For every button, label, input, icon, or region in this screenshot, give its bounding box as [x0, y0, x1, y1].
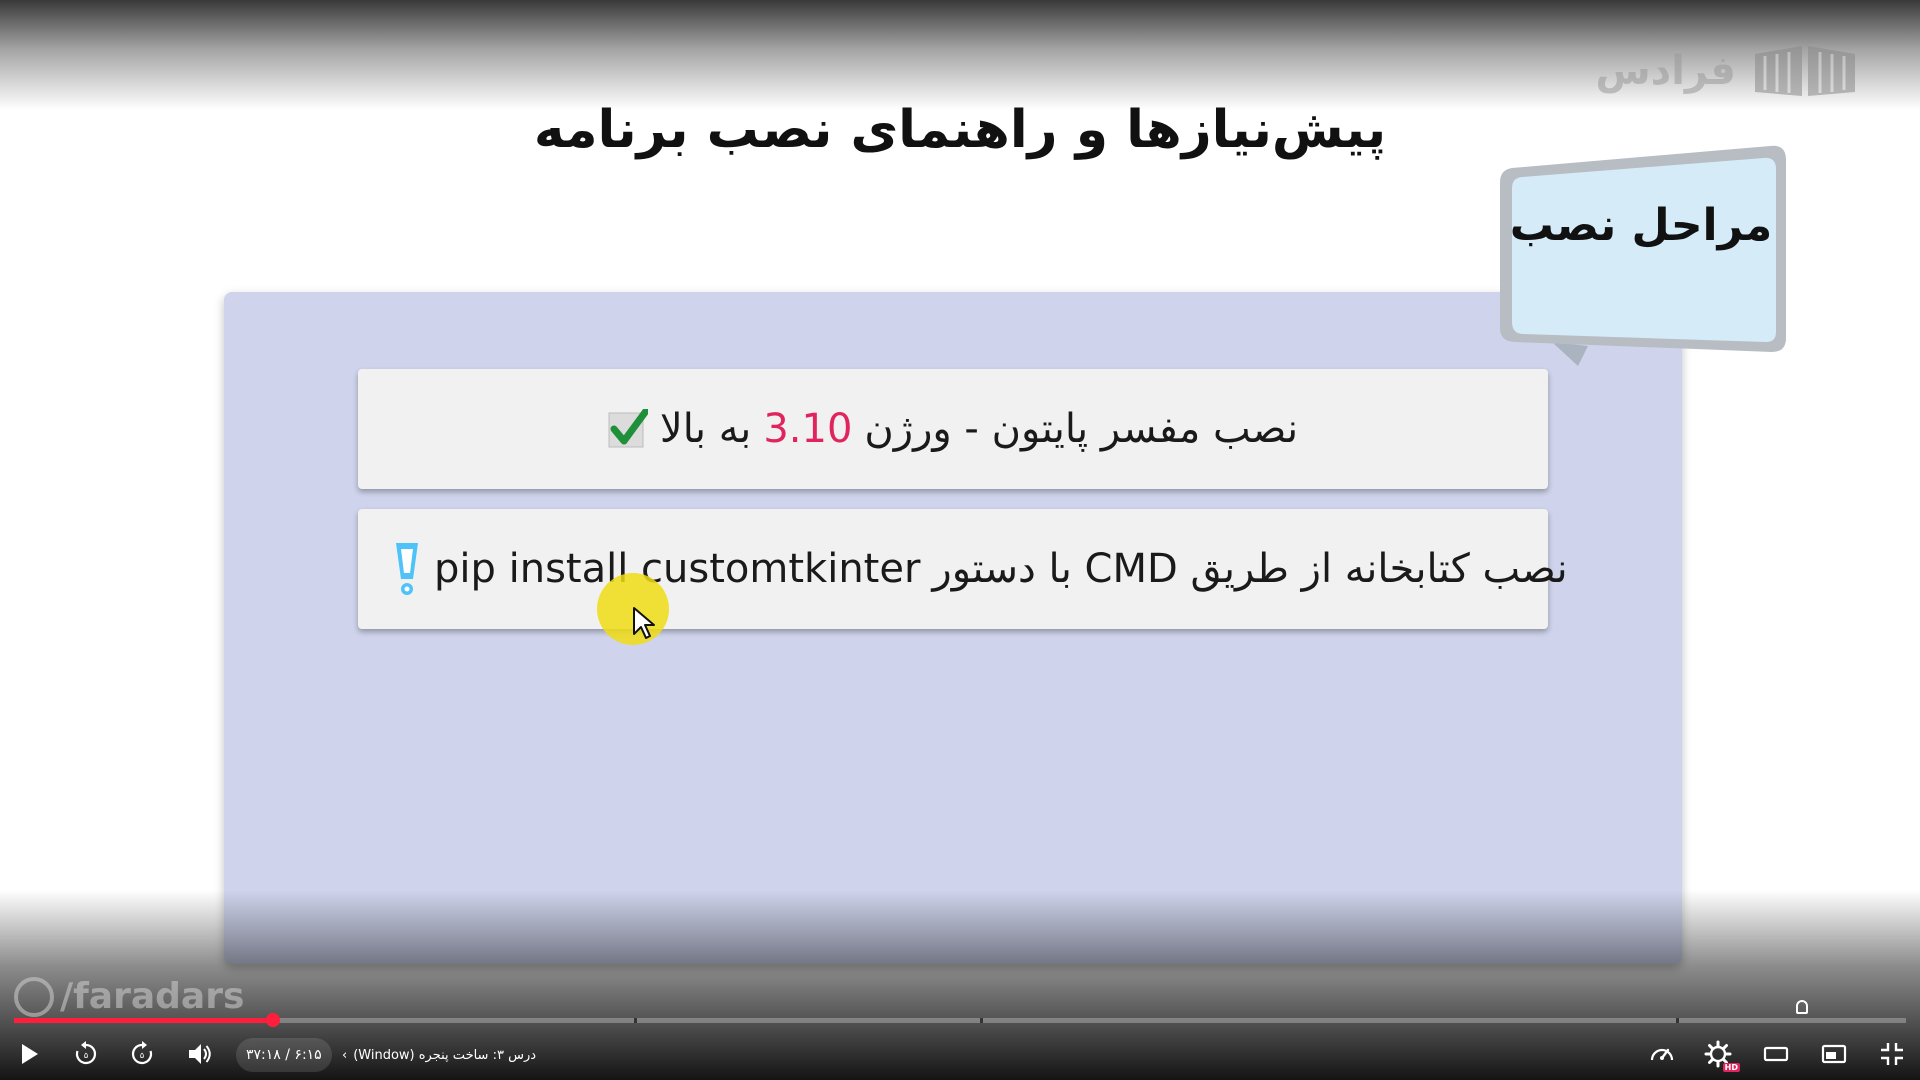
player-controls: ۵ ۵ ۶:۱۵ / ۳۷:۱۸ درس ۳: ساخت پنجره (Wind…	[0, 1030, 1920, 1080]
play-button[interactable]	[8, 1034, 48, 1074]
step-python: به بالا 3.10 نصب مفسر پایتون - ورژن	[358, 369, 1548, 489]
step-python-text-after: به بالا	[659, 406, 752, 452]
miniplayer-button[interactable]	[1814, 1034, 1854, 1074]
brand-logo: فرادس	[1595, 42, 1860, 100]
exclamation-icon	[396, 543, 418, 595]
settings-button[interactable]: HD	[1698, 1034, 1740, 1074]
chapter-divider	[1676, 1018, 1679, 1023]
speed-icon	[1650, 1048, 1674, 1061]
book-icon	[1755, 46, 1855, 96]
step-library: pip install customtkinter نصب کتابخانه ا…	[358, 509, 1568, 629]
forward-button[interactable]: ۵	[122, 1034, 162, 1074]
forward-10-icon: ۵	[131, 1041, 153, 1065]
rewind-button[interactable]: ۵	[66, 1034, 106, 1074]
step-library-line: pip install customtkinter نصب کتابخانه ا…	[392, 541, 1568, 597]
svg-text:۵: ۵	[140, 1051, 144, 1060]
logo-text: فرادس	[1595, 48, 1736, 94]
watermark-logo-icon	[14, 976, 54, 1017]
time-display: ۶:۱۵ / ۳۷:۱۸	[236, 1038, 332, 1072]
speech-bubble-shape	[1500, 145, 1786, 366]
volume-icon	[189, 1044, 211, 1064]
theater-mode-button[interactable]	[1756, 1034, 1796, 1074]
callout-text: مراحل نصب	[1509, 200, 1773, 251]
speed-button[interactable]	[1642, 1034, 1682, 1074]
pip-command: pip install customtkinter	[434, 546, 921, 592]
exit-fullscreen-button[interactable]	[1872, 1034, 1912, 1074]
chevron-left-icon: ›	[342, 1047, 348, 1063]
hd-badge: HD	[1722, 1063, 1740, 1072]
exit-fullscreen-icon	[1881, 1043, 1903, 1065]
faradars-watermark: /faradars	[14, 976, 244, 1017]
play-icon	[22, 1044, 38, 1064]
step-python-line: به بالا 3.10 نصب مفسر پایتون - ورژن	[608, 406, 1298, 452]
chapter-divider	[634, 1018, 637, 1023]
chapter-marker-icon	[1796, 1000, 1808, 1014]
chapter-divider	[980, 1018, 983, 1023]
chapter-title[interactable]: درس ۳: ساخت پنجره (Window) ›	[342, 1038, 536, 1072]
progress-bar[interactable]	[14, 1013, 1906, 1027]
step-library-text: نصب کتابخانه از طریق CMD با دستور	[932, 546, 1568, 592]
rewind-10-icon: ۵	[75, 1041, 97, 1065]
progress-played	[14, 1018, 274, 1023]
volume-button[interactable]	[180, 1034, 220, 1074]
chapter-title-text: درس ۳: ساخت پنجره (Window)	[353, 1047, 537, 1063]
speech-bubble: مراحل نصب	[1490, 142, 1792, 368]
python-version: 3.10	[763, 406, 853, 452]
mouse-cursor-icon	[633, 607, 655, 639]
svg-text:۵: ۵	[84, 1051, 88, 1060]
watermark-text: /faradars	[60, 976, 245, 1017]
check-icon	[608, 409, 648, 448]
step-python-text-before: نصب مفسر پایتون - ورژن	[864, 406, 1299, 452]
miniplayer-icon	[1821, 1044, 1847, 1064]
theater-mode-icon	[1763, 1046, 1789, 1062]
video-player[interactable]: فرادس پیش‌نیازها و راهنمای نصب برنامه مر…	[0, 0, 1920, 1080]
